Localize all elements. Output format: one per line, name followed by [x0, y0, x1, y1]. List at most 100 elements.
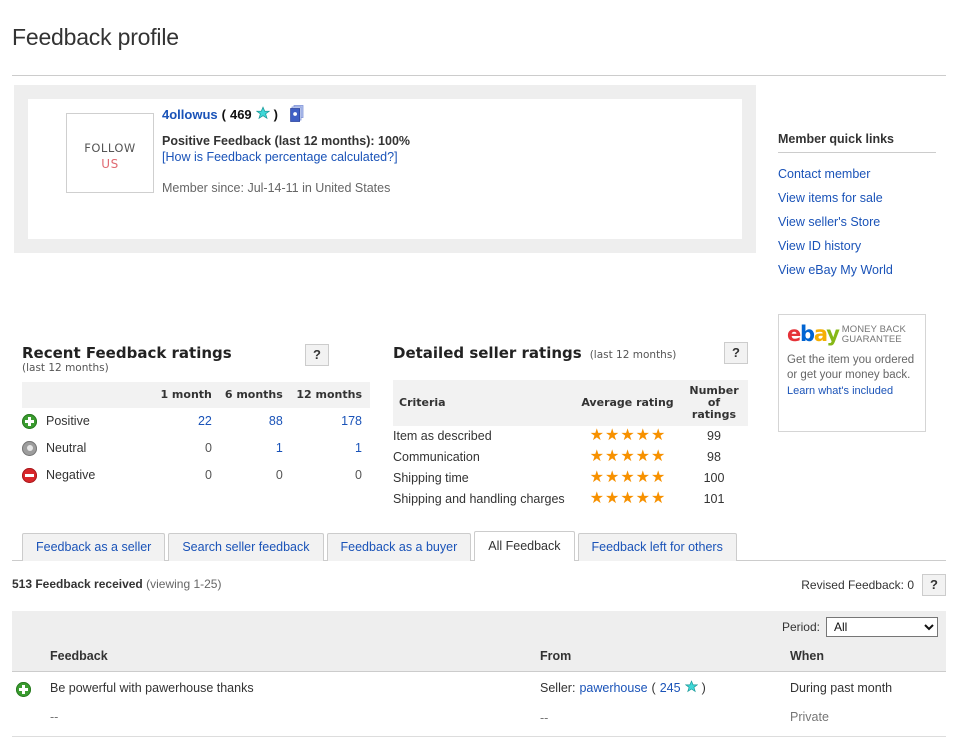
- feedback-profile-page: Feedback profile FOLLOW US 4ollowus ( 46…: [0, 15, 958, 744]
- feedback-tabs-container: Feedback as a seller Search seller feedb…: [0, 530, 958, 562]
- star-icon: ★: [604, 427, 620, 445]
- count-shipping-time: 100: [703, 471, 725, 486]
- star-icon: ★: [635, 427, 651, 445]
- feedback-item-detail: --: [50, 709, 59, 724]
- tab-feedback-as-a-buyer[interactable]: Feedback as a buyer: [326, 532, 472, 561]
- period-select[interactable]: All: [826, 617, 938, 638]
- star-icon: ★: [589, 490, 604, 508]
- table-row: Be powerful with pawerhouse thanks -- Se…: [12, 671, 946, 737]
- member-card: FOLLOW US 4ollowus ( 469 ) Positive Feed…: [14, 84, 756, 253]
- feedback-comment: Be powerful with pawerhouse thanks: [50, 680, 254, 695]
- member-username-link[interactable]: 4ollowus: [162, 107, 218, 122]
- detailed-ratings-table: Criteria Average rating Number of ratings…: [393, 379, 748, 510]
- quick-link-view-id-history[interactable]: View ID history: [778, 234, 938, 258]
- mbg-title-line2: GUARANTEE: [841, 334, 902, 346]
- from-open-paren: (: [651, 681, 656, 696]
- from-close-paren: ): [701, 681, 706, 696]
- table-row: Positive 22 88 178: [22, 408, 370, 435]
- feedback-calculation-link[interactable]: [How is Feedback percentage calculated?]: [162, 150, 398, 164]
- count-item-as-described: 99: [707, 429, 721, 444]
- positive-12-months-count[interactable]: 178: [341, 414, 362, 428]
- table-header-row: Feedback From When: [12, 643, 946, 672]
- quick-link-view-items-for-sale[interactable]: View items for sale: [778, 186, 938, 210]
- col-header-6-months: 6 months: [219, 381, 291, 408]
- revised-feedback-label: Revised Feedback: 0: [801, 577, 914, 592]
- avatar-text-line1: FOLLOW: [84, 140, 136, 155]
- quick-links-list: Contact member View items for sale View …: [778, 162, 938, 282]
- star-rating-communication: ★ ★ ★ ★ ★: [590, 449, 666, 465]
- positive-plus-icon: [22, 413, 37, 429]
- positive-1-month-count[interactable]: 22: [198, 414, 212, 428]
- feedback-from: Seller: pawerhouse ( 245 ): [540, 680, 790, 697]
- mbg-description: Get the item you ordered or get your mon…: [787, 353, 915, 381]
- tab-search-seller-feedback[interactable]: Search seller feedback: [168, 532, 324, 561]
- money-back-guarantee-box: ebay MONEY BACK GUARANTEE Get the item y…: [778, 313, 926, 432]
- quick-links-title: Member quick links: [778, 131, 895, 146]
- quick-link-view-sellers-store[interactable]: View seller's Store: [778, 210, 938, 234]
- mbg-title-line1: MONEY BACK: [841, 323, 906, 335]
- recent-ratings-help-button[interactable]: ?: [305, 343, 329, 366]
- quick-links-divider: [778, 151, 936, 153]
- feedback-summary-row: 513 Feedback received (viewing 1-25) Rev…: [0, 573, 958, 602]
- detailed-ratings-title: Detailed seller ratings: [393, 343, 582, 362]
- from-score-link[interactable]: 245: [660, 680, 681, 696]
- star-icon: ★: [651, 469, 666, 487]
- table-row: Negative 0 0 0: [22, 462, 370, 489]
- tab-feedback-as-a-seller[interactable]: Feedback as a seller: [22, 532, 166, 561]
- col-header-icon: [12, 643, 50, 672]
- member-score-link[interactable]: 469: [230, 107, 252, 122]
- star-icon: ★: [620, 469, 635, 487]
- table-row: Communication ★ ★ ★ ★ ★ 98: [393, 447, 748, 468]
- neutral-6-months-count[interactable]: 1: [276, 441, 283, 455]
- star-icon: ★: [589, 427, 604, 445]
- positive-6-months-count[interactable]: 88: [269, 414, 283, 428]
- neutral-1-month-count: 0: [204, 441, 212, 456]
- tab-feedback-left-for-others[interactable]: Feedback left for others: [577, 532, 737, 561]
- detailed-seller-ratings: Detailed seller ratings (last 12 months)…: [393, 341, 748, 510]
- revised-feedback-group: Revised Feedback: 0 ?: [801, 573, 946, 596]
- me-page-icon[interactable]: [290, 104, 305, 125]
- avatar: FOLLOW US: [66, 112, 154, 193]
- mbg-learn-more-link[interactable]: Learn what's included: [787, 385, 893, 397]
- star-icon: ★: [620, 427, 635, 445]
- table-row: Process was quite a breeze NEW Michael K…: [12, 736, 946, 744]
- recent-feedback-ratings: Recent Feedback ratings (last 12 months)…: [22, 343, 370, 489]
- feedback-when-detail: Private: [790, 709, 829, 724]
- star-icon: ★: [651, 427, 666, 445]
- quick-link-contact-member[interactable]: Contact member: [778, 162, 938, 186]
- from-user-link[interactable]: pawerhouse: [579, 680, 647, 696]
- star-icon: ★: [635, 469, 651, 487]
- negative-1-month-count: 0: [204, 468, 212, 483]
- rating-label-positive: Positive: [46, 414, 90, 429]
- star-icon: ★: [604, 469, 620, 487]
- detailed-ratings-header: Detailed seller ratings (last 12 months)…: [393, 341, 748, 378]
- tab-all-feedback[interactable]: All Feedback: [474, 530, 575, 561]
- criteria-item-as-described: Item as described: [393, 429, 492, 444]
- turquoise-star-icon: [255, 106, 270, 123]
- mbg-link-wrap: Learn what's included: [787, 385, 917, 397]
- rating-label-negative: Negative: [46, 468, 96, 483]
- page-title: Feedback profile: [12, 24, 179, 51]
- title-divider: [12, 74, 946, 76]
- positive-feedback-percentage: Positive Feedback (last 12 months): 100%: [162, 133, 411, 148]
- star-icon: ★: [651, 490, 666, 508]
- quick-link-view-ebay-my-world[interactable]: View eBay My World: [778, 258, 938, 282]
- recent-ratings-table: 1 month 6 months 12 months Positive 22 8…: [22, 381, 370, 489]
- member-identity-line: 4ollowus ( 469 ): [162, 104, 722, 125]
- feedback-from-detail: --: [540, 710, 549, 725]
- col-header-number-of-ratings: Number of ratings: [680, 379, 748, 426]
- negative-12-months-count: 0: [355, 468, 362, 483]
- table-row: Neutral 0 1 1: [22, 435, 370, 462]
- count-communication: 98: [707, 450, 721, 465]
- feedback-when: During past month: [790, 680, 893, 695]
- star-icon: ★: [635, 490, 651, 508]
- detailed-ratings-help-button[interactable]: ?: [724, 341, 748, 364]
- neutral-dot-icon: [22, 440, 37, 456]
- col-header-12-months: 12 months: [290, 381, 370, 408]
- revised-feedback-help-button[interactable]: ?: [922, 573, 946, 596]
- star-icon: ★: [589, 469, 604, 487]
- neutral-12-months-count[interactable]: 1: [355, 441, 362, 455]
- recent-ratings-header: Recent Feedback ratings (last 12 months)…: [22, 343, 370, 378]
- member-since: Member since: Jul-14-11 in United States: [162, 180, 391, 195]
- from-role-label: Seller:: [540, 681, 576, 696]
